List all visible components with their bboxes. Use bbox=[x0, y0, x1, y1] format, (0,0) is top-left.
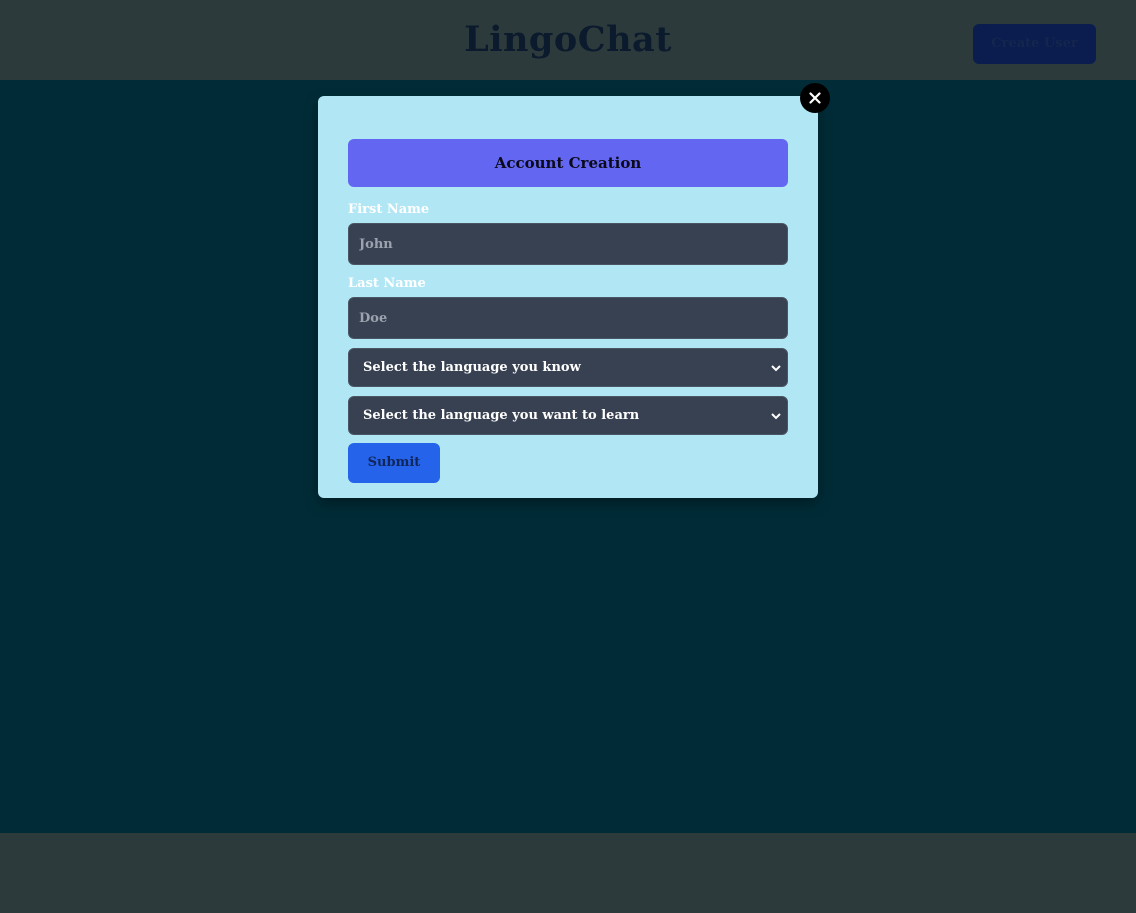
close-modal-button[interactable] bbox=[800, 83, 830, 113]
modal-heading: Account Creation bbox=[348, 139, 788, 187]
chevron-down-icon bbox=[771, 365, 781, 372]
app-footer bbox=[0, 833, 1136, 913]
submit-button[interactable]: Submit bbox=[348, 443, 440, 483]
first-name-input[interactable] bbox=[348, 223, 788, 265]
create-user-button[interactable]: Create User bbox=[973, 24, 1096, 64]
account-creation-modal: Account Creation First Name Last Name Se… bbox=[318, 96, 818, 498]
learn-language-select[interactable]: Select the language you want to learn bbox=[348, 396, 788, 435]
known-language-select-value: Select the language you know bbox=[363, 360, 581, 375]
last-name-label: Last Name bbox=[348, 276, 426, 291]
last-name-input[interactable] bbox=[348, 297, 788, 339]
app-header: LingoChat Create User bbox=[0, 0, 1136, 80]
learn-language-select-value: Select the language you want to learn bbox=[363, 408, 640, 423]
known-language-select[interactable]: Select the language you know bbox=[348, 348, 788, 387]
first-name-label: First Name bbox=[348, 202, 430, 217]
chevron-down-icon bbox=[771, 413, 781, 420]
close-icon bbox=[809, 92, 821, 104]
app-title: LingoChat bbox=[464, 19, 672, 60]
